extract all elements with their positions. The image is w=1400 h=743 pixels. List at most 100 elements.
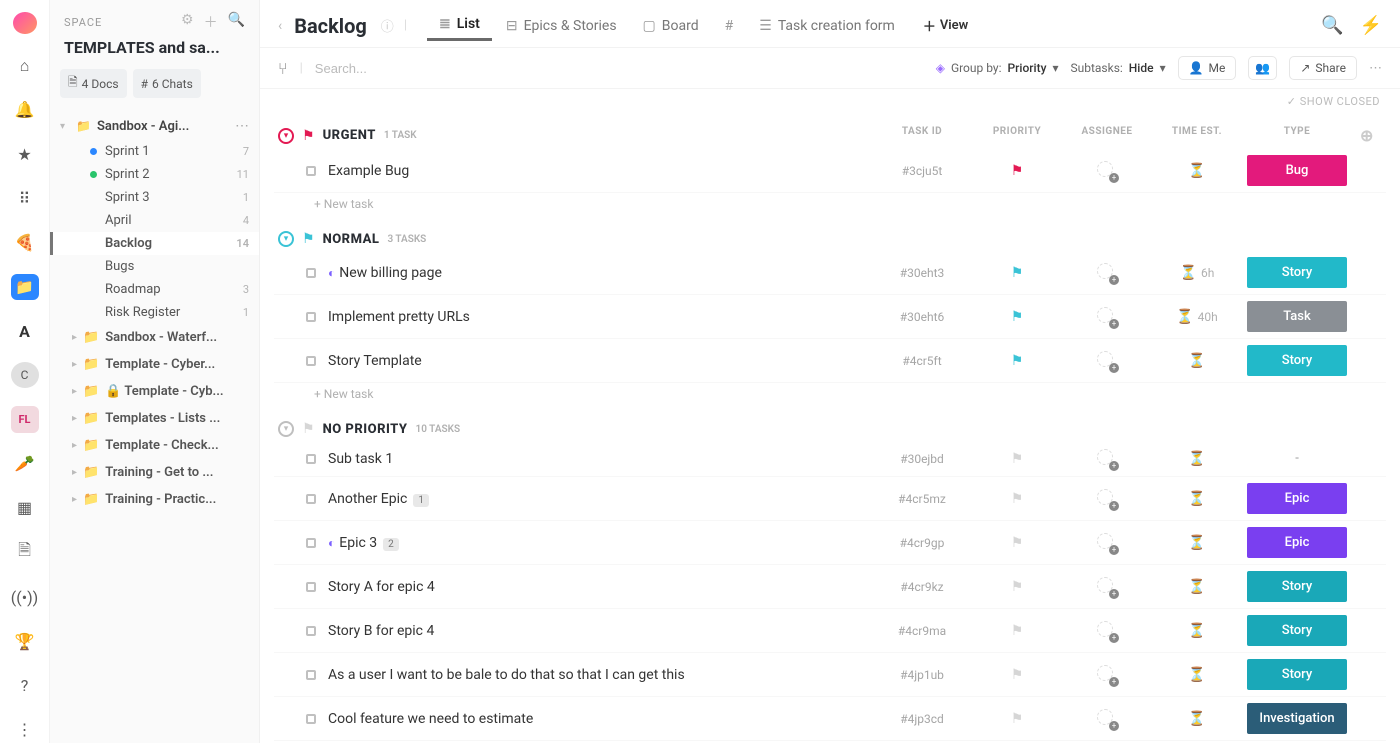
workspace-icon[interactable]: 📁	[11, 274, 39, 300]
search-icon[interactable]: 🔍	[228, 12, 245, 32]
time-estimate-cell[interactable]: ⏳	[1152, 623, 1242, 639]
task-name[interactable]: Epic 32	[339, 535, 872, 551]
status-square-icon[interactable]	[306, 454, 316, 464]
list-item[interactable]: Sprint 17	[50, 140, 259, 163]
group-header[interactable]: ▾ ⚑ NO PRIORITY 10 TASKS	[274, 417, 1386, 441]
show-closed-toggle[interactable]: ✓ SHOW CLOSED	[260, 89, 1400, 110]
task-name[interactable]: Cool feature we need to estimate	[328, 711, 872, 727]
pulse-icon[interactable]: ((•))	[11, 584, 39, 610]
task-row[interactable]: Cool feature we need to estimate #4jp3cd…	[274, 697, 1386, 741]
info-icon[interactable]: ⓘ	[381, 16, 394, 35]
type-pill[interactable]: Story	[1247, 571, 1347, 602]
docs-icon[interactable]: 🗎	[11, 539, 39, 566]
logo-icon[interactable]	[13, 12, 37, 34]
settings-gear-icon[interactable]: ⚙	[181, 12, 194, 32]
folder-row[interactable]: ▾📁Sandbox - Agi...⋯	[50, 112, 259, 140]
priority-cell[interactable]: ⚑	[972, 353, 1062, 369]
assignee-cell[interactable]: +	[1062, 709, 1152, 729]
list-item[interactable]: Backlog14	[50, 232, 259, 255]
type-pill[interactable]: Story	[1247, 345, 1347, 376]
time-estimate-cell[interactable]: ⏳	[1152, 353, 1242, 369]
time-estimate-cell[interactable]: ⏳40h	[1152, 309, 1242, 325]
more-icon[interactable]: ⋯	[235, 118, 249, 134]
type-pill[interactable]: Story	[1247, 659, 1347, 690]
filter-icon[interactable]: ⑂	[278, 59, 288, 78]
time-estimate-cell[interactable]: ⏳	[1152, 535, 1242, 551]
quick-action-icon[interactable]: ⚡	[1360, 15, 1382, 36]
priority-cell[interactable]: ⚑	[972, 451, 1062, 467]
task-name[interactable]: Example Bug	[328, 163, 872, 179]
type-pill[interactable]: Investigation	[1247, 703, 1347, 734]
time-estimate-cell[interactable]: ⏳	[1152, 163, 1242, 179]
carrot-icon[interactable]: 🥕	[11, 451, 39, 477]
home-icon[interactable]: ⌂	[11, 52, 39, 78]
share-button[interactable]: ↗Share	[1289, 56, 1357, 80]
tab-hash[interactable]: #	[713, 12, 746, 40]
tab-board[interactable]: ▢Board	[631, 12, 711, 40]
assignees-button[interactable]: 👥	[1248, 56, 1277, 80]
status-square-icon[interactable]	[306, 626, 316, 636]
task-row[interactable]: Example Bug #3cju5t ⚑ + ⏳ Bug	[274, 149, 1386, 193]
spaces-icon[interactable]: ⠿	[11, 185, 39, 211]
group-header[interactable]: ▾ ⚑ URGENT 1 TASK TASK ID PRIORITY ASSIG…	[274, 122, 1386, 149]
time-estimate-cell[interactable]: ⏳	[1152, 711, 1242, 727]
priority-cell[interactable]: ⚑	[972, 579, 1062, 595]
folder-row[interactable]: ▸📁🔒 Template - Cyb...	[50, 378, 259, 405]
assignee-cell[interactable]: +	[1062, 577, 1152, 597]
priority-cell[interactable]: ⚑	[972, 535, 1062, 551]
task-row[interactable]: As a user I want to be bale to do that s…	[274, 653, 1386, 697]
folder-row[interactable]: ▸📁Training - Practic...	[50, 486, 259, 513]
new-task-button[interactable]: + New task	[274, 193, 1386, 215]
time-estimate-cell[interactable]: ⏳	[1152, 579, 1242, 595]
time-estimate-cell[interactable]: ⏳	[1152, 667, 1242, 683]
type-pill[interactable]: Epic	[1247, 483, 1347, 514]
time-estimate-cell[interactable]: ⏳6h	[1152, 265, 1242, 281]
priority-cell[interactable]: ⚑	[972, 623, 1062, 639]
task-name[interactable]: As a user I want to be bale to do that s…	[328, 667, 872, 683]
task-row[interactable]: Implement pretty URLs #30eht6 ⚑ + ⏳40h T…	[274, 295, 1386, 339]
list-item[interactable]: Risk Register1	[50, 301, 259, 324]
assignee-cell[interactable]: +	[1062, 665, 1152, 685]
help-icon[interactable]: ?	[11, 673, 39, 699]
priority-cell[interactable]: ⚑	[972, 163, 1062, 179]
folder-row[interactable]: ▸📁Templates - Lists ...	[50, 405, 259, 432]
folder-row[interactable]: ▸📁Sandbox - Waterf...	[50, 324, 259, 351]
collapse-sidebar-icon[interactable]: ‹	[278, 18, 282, 34]
add-icon[interactable]: ＋	[204, 12, 218, 32]
avatar-c-icon[interactable]: C	[11, 362, 39, 388]
tab-list[interactable]: ≣List	[427, 10, 492, 41]
list-item[interactable]: Sprint 211	[50, 163, 259, 186]
list-item[interactable]: Sprint 31	[50, 186, 259, 209]
text-a-icon[interactable]: A	[11, 318, 39, 344]
task-name[interactable]: New billing page	[339, 265, 872, 281]
assignee-cell[interactable]: +	[1062, 161, 1152, 181]
folder-row[interactable]: ▸📁Template - Check...	[50, 432, 259, 459]
task-name[interactable]: Sub task 1	[328, 451, 872, 467]
global-search-icon[interactable]: 🔍	[1321, 15, 1343, 36]
status-square-icon[interactable]	[306, 494, 316, 504]
type-pill[interactable]: Story	[1247, 615, 1347, 646]
goals-icon[interactable]: 🏆	[11, 628, 39, 654]
dashboard-icon[interactable]: ▦	[11, 495, 39, 521]
notifications-icon[interactable]: 🔔	[11, 97, 39, 123]
status-square-icon[interactable]	[306, 538, 316, 548]
task-row[interactable]: ◐ New billing page #30eht3 ⚑ + ⏳6h Story	[274, 251, 1386, 295]
priority-cell[interactable]: ⚑	[972, 491, 1062, 507]
assignee-cell[interactable]: +	[1062, 263, 1152, 283]
priority-cell[interactable]: ⚑	[972, 309, 1062, 325]
collapse-group-icon[interactable]: ▾	[278, 231, 294, 247]
type-pill[interactable]: Task	[1247, 301, 1347, 332]
tab-epics-&-stories[interactable]: ⊟Epics & Stories	[494, 12, 629, 40]
status-square-icon[interactable]	[306, 670, 316, 680]
time-estimate-cell[interactable]: ⏳	[1152, 491, 1242, 507]
add-column-icon[interactable]: ⊕	[1352, 126, 1382, 145]
assignee-cell[interactable]: +	[1062, 449, 1152, 469]
subtasks-selector[interactable]: Subtasks: Hide ▾	[1070, 61, 1165, 75]
priority-cell[interactable]: ⚑	[972, 667, 1062, 683]
assignee-cell[interactable]: +	[1062, 307, 1152, 327]
task-name[interactable]: Story Template	[328, 353, 872, 369]
status-square-icon[interactable]	[306, 356, 316, 366]
status-square-icon[interactable]	[306, 166, 316, 176]
type-pill[interactable]: Story	[1247, 257, 1347, 288]
time-estimate-cell[interactable]: ⏳	[1152, 451, 1242, 467]
